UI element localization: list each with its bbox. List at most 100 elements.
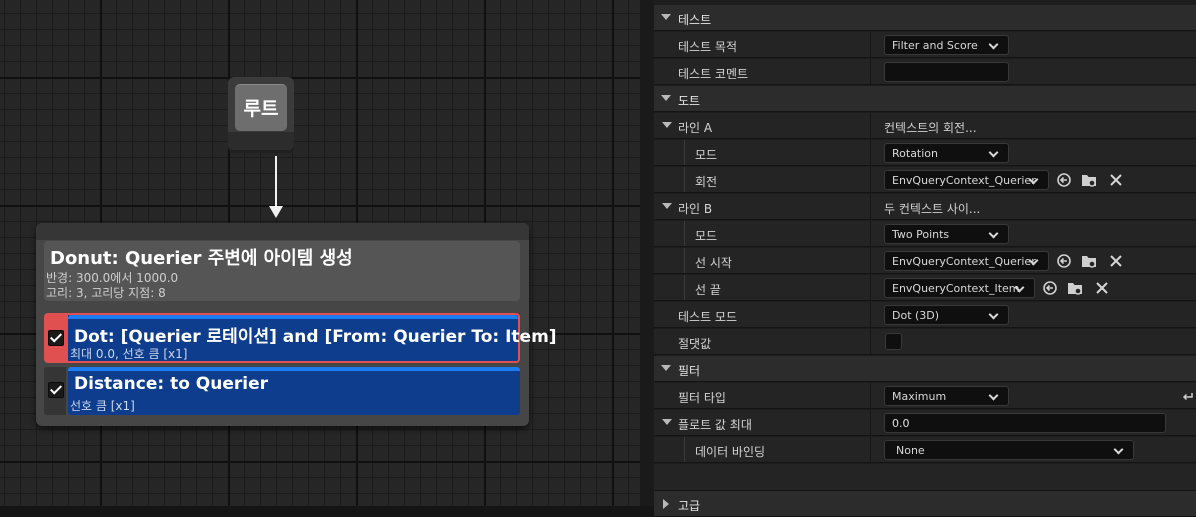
line-b-summary: 두 컨텍스트 사이...	[884, 202, 981, 216]
property-label: 모드	[695, 148, 718, 162]
clear-icon[interactable]	[1108, 253, 1124, 269]
chevron-down-icon	[988, 309, 999, 320]
property-float-max: 플로트 값 최대 0.0	[654, 410, 1196, 436]
line-b-mode-dropdown[interactable]: Two Points	[884, 224, 1009, 244]
property-label: 모드	[695, 229, 718, 243]
category-filter[interactable]: 필터	[654, 356, 1196, 382]
property-label: 회전	[695, 175, 718, 189]
property-label: 테스트 코멘트	[678, 67, 749, 81]
test-item-dot[interactable]: Dot: [Querier 로테이션] and [From: Querier T…	[44, 313, 557, 363]
generator-title: Donut: Querier 주변에 아이템 생성	[50, 248, 353, 269]
expand-arrow-icon[interactable]	[662, 203, 672, 209]
test-enable-zone	[44, 313, 66, 363]
property-line-b-mode: 모드 Two Points	[654, 221, 1196, 247]
line-a-mode-dropdown[interactable]: Rotation	[884, 143, 1009, 163]
property-label: 선 끝	[695, 283, 721, 297]
generator-rings-text: 고리: 3, 고리당 지점: 8	[46, 286, 166, 300]
test-mode-dropdown[interactable]: Dot (3D)	[884, 305, 1009, 325]
property-label: 라인 B	[678, 202, 713, 216]
generator-input-pin[interactable]	[36, 223, 529, 240]
test-subtitle: 최대 0.0, 선호 큼 [x1]	[70, 347, 188, 361]
category-dot[interactable]: 도트	[654, 86, 1196, 112]
property-label: 필터 타입	[678, 391, 726, 405]
panel-spacer	[654, 464, 1196, 491]
test-item-distance[interactable]: Distance: to Querier 선호 큼 [x1]	[44, 367, 520, 415]
test-color-stripe	[68, 367, 520, 371]
property-line-a-mode: 모드 Rotation	[654, 140, 1196, 166]
property-label: 선 시작	[695, 256, 732, 270]
property-data-binding: 데이터 바인딩 None	[654, 437, 1196, 463]
clear-icon[interactable]	[1094, 280, 1110, 296]
property-label: 플로트 값 최대	[678, 418, 752, 432]
property-line-b-end: 선 끝 EnvQueryContext_Item	[654, 275, 1196, 301]
float-max-input[interactable]: 0.0	[884, 413, 1166, 433]
property-line-b: 라인 B 두 컨텍스트 사이...	[654, 194, 1196, 220]
browse-folder-icon[interactable]	[1067, 280, 1083, 296]
generator-header: Donut: Querier 주변에 아이템 생성 반경: 300.0에서 10…	[44, 241, 520, 301]
absolute-value-checkbox[interactable]	[885, 333, 902, 350]
property-test-purpose: 테스트 목적 Filter and Score	[654, 32, 1196, 58]
property-label: 데이터 바인딩	[695, 445, 766, 459]
property-filter-type: 필터 타입 Maximum	[654, 383, 1196, 409]
expand-arrow-icon[interactable]	[661, 14, 671, 20]
category-label: 테스트	[678, 13, 712, 27]
test-body[interactable]: Dot: [Querier 로테이션] and [From: Querier T…	[66, 313, 557, 363]
use-selected-icon[interactable]	[1056, 253, 1072, 269]
root-node-body: 루트	[235, 84, 287, 131]
line-b-start-dropdown[interactable]: EnvQueryContext_Querier	[884, 251, 1049, 271]
chevron-down-icon	[988, 228, 999, 239]
browse-folder-icon[interactable]	[1081, 172, 1097, 188]
test-subtitle: 선호 큼 [x1]	[70, 399, 135, 413]
expand-arrow-icon[interactable]	[661, 365, 671, 371]
root-node-output-pin[interactable]	[228, 132, 294, 150]
category-label: 도트	[678, 94, 701, 108]
property-label: 라인 A	[678, 121, 713, 135]
property-label: 테스트 목적	[678, 40, 738, 54]
property-label: 절댓값	[678, 337, 712, 351]
category-label: 필터	[678, 364, 701, 378]
test-title: Dot: [Querier 로테이션] and [From: Querier T…	[74, 327, 557, 347]
root-node-title: 루트	[243, 98, 279, 120]
property-line-b-start: 선 시작 EnvQueryContext_Querier	[654, 248, 1196, 274]
test-body[interactable]: Distance: to Querier 선호 큼 [x1]	[68, 367, 520, 415]
property-absolute-value: 절댓값	[654, 329, 1196, 355]
details-panel: 테스트 테스트 목적 Filter and Score 테스트 코멘트 도트 라…	[654, 0, 1196, 517]
category-test[interactable]: 테스트	[654, 5, 1196, 31]
connection-arrow-icon	[269, 206, 283, 218]
test-enable-checkbox[interactable]	[48, 382, 64, 398]
connection-wire	[275, 156, 277, 208]
test-color-stripe	[68, 315, 518, 319]
expand-arrow-icon[interactable]	[661, 95, 671, 101]
chevron-down-icon	[988, 390, 999, 401]
generator-node-donut[interactable]: Donut: Querier 주변에 아이템 생성 반경: 300.0에서 10…	[36, 223, 557, 426]
filter-type-dropdown[interactable]: Maximum	[884, 386, 1009, 406]
panel-splitter[interactable]	[640, 0, 654, 506]
test-enable-checkbox[interactable]	[48, 330, 64, 346]
reset-to-default-icon[interactable]	[1180, 389, 1194, 403]
browse-folder-icon[interactable]	[1081, 253, 1097, 269]
use-selected-icon[interactable]	[1042, 280, 1058, 296]
property-line-a: 라인 A 컨텍스트의 회전...	[654, 113, 1196, 139]
property-label: 테스트 모드	[678, 310, 738, 324]
chevron-down-icon	[1113, 444, 1124, 455]
category-advanced[interactable]: 고급	[654, 491, 1196, 517]
use-selected-icon[interactable]	[1056, 172, 1072, 188]
chevron-down-icon	[988, 147, 999, 158]
root-node[interactable]: 루트	[228, 77, 294, 150]
line-b-end-dropdown[interactable]: EnvQueryContext_Item	[884, 278, 1035, 298]
data-binding-dropdown[interactable]: None	[884, 440, 1134, 460]
test-enable-zone	[44, 367, 66, 415]
test-purpose-dropdown[interactable]: Filter and Score	[884, 35, 1009, 55]
chevron-down-icon	[988, 39, 999, 50]
expand-arrow-icon[interactable]	[662, 122, 672, 128]
behavior-graph-canvas[interactable]: 루트 Donut: Querier 주변에 아이템 생성 반경: 300.0에서…	[0, 0, 640, 506]
property-line-a-rotation: 회전 EnvQueryContext_Querier	[654, 167, 1196, 193]
line-a-rotation-dropdown[interactable]: EnvQueryContext_Querier	[884, 170, 1049, 190]
property-test-mode: 테스트 모드 Dot (3D)	[654, 302, 1196, 328]
test-title: Distance: to Querier	[74, 374, 269, 394]
line-a-summary: 컨텍스트의 회전...	[884, 121, 977, 135]
expand-arrow-icon[interactable]	[663, 499, 669, 509]
test-comment-input[interactable]	[884, 62, 1009, 82]
expand-arrow-icon[interactable]	[662, 419, 672, 425]
clear-icon[interactable]	[1108, 172, 1124, 188]
